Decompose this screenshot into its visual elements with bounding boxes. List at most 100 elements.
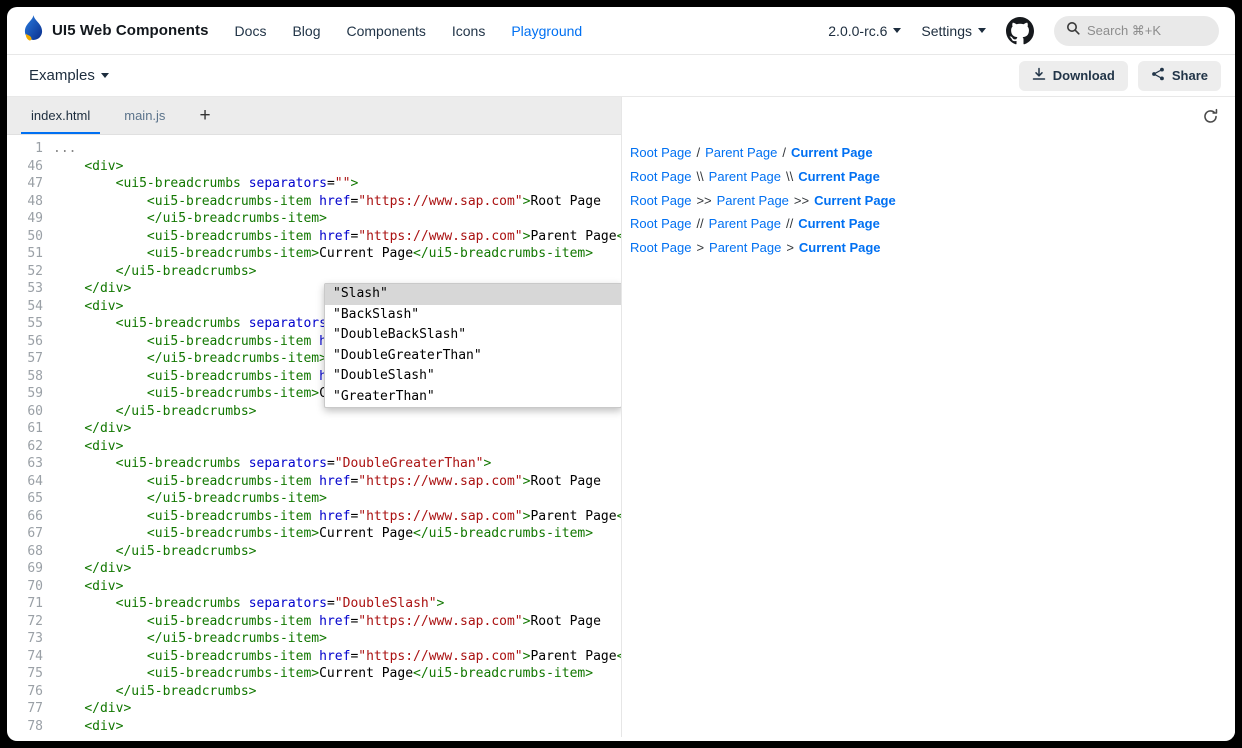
code-line[interactable]: 77 </div>	[7, 700, 621, 718]
breadcrumb-separator: \\	[786, 169, 793, 184]
code-line[interactable]: 69 </div>	[7, 560, 621, 578]
breadcrumb-link[interactable]: Parent Page	[709, 169, 781, 184]
code-line[interactable]: 65 </ui5-breadcrumbs-item>	[7, 490, 621, 508]
code-line[interactable]: 74 <ui5-breadcrumbs-item href="https://w…	[7, 648, 621, 666]
breadcrumb-link[interactable]: Parent Page	[717, 193, 789, 208]
share-button[interactable]: Share	[1138, 61, 1221, 91]
breadcrumb-current[interactable]: Current Page	[798, 216, 880, 231]
code-line[interactable]: 67 <ui5-breadcrumbs-item>Current Page</u…	[7, 525, 621, 543]
search-box[interactable]	[1054, 16, 1219, 46]
top-nav: UI5 Web Components Docs Blog Components …	[7, 7, 1235, 55]
nav-item-docs[interactable]: Docs	[235, 23, 267, 39]
code-line[interactable]: 63 <ui5-breadcrumbs separators="DoubleGr…	[7, 455, 621, 473]
code-line[interactable]: 78 <div>	[7, 718, 621, 736]
code-line[interactable]: 73 </ui5-breadcrumbs-item>	[7, 630, 621, 648]
refresh-button[interactable]	[1202, 108, 1219, 125]
share-icon	[1151, 67, 1165, 84]
examples-dropdown[interactable]: Examples	[29, 67, 109, 84]
search-input[interactable]	[1087, 23, 1197, 38]
breadcrumb-separator: /	[782, 145, 786, 160]
breadcrumb-link[interactable]: Root Page	[630, 216, 691, 231]
line-number: 64	[7, 473, 43, 491]
nav-item-playground[interactable]: Playground	[511, 23, 582, 39]
autocomplete-option[interactable]: "GreaterThan"	[325, 387, 621, 408]
autocomplete-option[interactable]: "BackSlash"	[325, 305, 621, 326]
github-icon[interactable]	[1006, 17, 1034, 45]
code-line[interactable]: 62 <div>	[7, 438, 621, 456]
code-line[interactable]: 70 <div>	[7, 578, 621, 596]
breadcrumb-separator: \\	[696, 169, 703, 184]
brand[interactable]: UI5 Web Components	[23, 15, 209, 47]
code-line[interactable]: 50 <ui5-breadcrumbs-item href="https://w…	[7, 228, 621, 246]
code-line[interactable]: 47 <ui5-breadcrumbs separators="">	[7, 175, 621, 193]
breadcrumb-link[interactable]: Parent Page	[705, 145, 777, 160]
code-line[interactable]: 68 </ui5-breadcrumbs>	[7, 543, 621, 561]
breadcrumb-link[interactable]: Root Page	[630, 169, 691, 184]
line-number: 57	[7, 350, 43, 368]
line-number: 76	[7, 683, 43, 701]
code-line[interactable]: 51 <ui5-breadcrumbs-item>Current Page</u…	[7, 245, 621, 263]
line-number: 67	[7, 525, 43, 543]
code-line[interactable]: 75 <ui5-breadcrumbs-item>Current Page</u…	[7, 665, 621, 683]
line-number: 47	[7, 175, 43, 193]
preview-pane: Root Page/Parent Page/Current PageRoot P…	[622, 97, 1235, 737]
code-line[interactable]: 61 </div>	[7, 420, 621, 438]
breadcrumb-current[interactable]: Current Page	[791, 145, 873, 160]
breadcrumb-link[interactable]: Root Page	[630, 240, 691, 255]
breadcrumb-current[interactable]: Current Page	[798, 169, 880, 184]
code-editor-pane: index.html main.js + 1...46 <div>47 <ui5…	[7, 97, 622, 737]
breadcrumb-current[interactable]: Current Page	[814, 193, 896, 208]
line-number: 52	[7, 263, 43, 281]
autocomplete-option[interactable]: "DoubleGreaterThan"	[325, 346, 621, 367]
tab-index-html[interactable]: index.html	[21, 97, 100, 134]
autocomplete-option[interactable]: "DoubleBackSlash"	[325, 325, 621, 346]
line-number: 58	[7, 368, 43, 386]
code-line[interactable]: 52 </ui5-breadcrumbs>	[7, 263, 621, 281]
breadcrumb-separator: >>	[794, 193, 809, 208]
line-number: 70	[7, 578, 43, 596]
code-line[interactable]: 49 </ui5-breadcrumbs-item>	[7, 210, 621, 228]
main-nav: Docs Blog Components Icons Playground	[235, 23, 829, 39]
code-line[interactable]: 1...	[7, 140, 621, 158]
code-line[interactable]: 64 <ui5-breadcrumbs-item href="https://w…	[7, 473, 621, 491]
line-number: 56	[7, 333, 43, 351]
chevron-down-icon	[893, 28, 901, 33]
preview-topbar	[622, 97, 1235, 135]
add-tab-button[interactable]: +	[189, 97, 220, 134]
settings-label: Settings	[921, 23, 972, 39]
examples-label: Examples	[29, 67, 95, 84]
tab-main-js[interactable]: main.js	[114, 97, 175, 134]
breadcrumb-link[interactable]: Parent Page	[709, 240, 781, 255]
version-dropdown[interactable]: 2.0.0-rc.6	[828, 23, 901, 39]
preview-content: Root Page/Parent Page/Current PageRoot P…	[622, 135, 1235, 259]
line-number: 73	[7, 630, 43, 648]
code-area[interactable]: 1...46 <div>47 <ui5-breadcrumbs separato…	[7, 135, 621, 735]
code-line[interactable]: 76 </ui5-breadcrumbs>	[7, 683, 621, 701]
code-line[interactable]: 71 <ui5-breadcrumbs separators="DoubleSl…	[7, 595, 621, 613]
line-number: 78	[7, 718, 43, 736]
header-actions: 2.0.0-rc.6 Settings	[828, 16, 1219, 46]
autocomplete-option[interactable]: "Slash"	[325, 284, 621, 305]
breadcrumb-link[interactable]: Root Page	[630, 193, 691, 208]
download-button[interactable]: Download	[1019, 61, 1128, 91]
nav-item-icons[interactable]: Icons	[452, 23, 485, 39]
code-line[interactable]: 72 <ui5-breadcrumbs-item href="https://w…	[7, 613, 621, 631]
line-number: 74	[7, 648, 43, 666]
autocomplete-option[interactable]: "DoubleSlash"	[325, 366, 621, 387]
line-number: 48	[7, 193, 43, 211]
code-line[interactable]: 48 <ui5-breadcrumbs-item href="https://w…	[7, 193, 621, 211]
code-line[interactable]: 66 <ui5-breadcrumbs-item href="https://w…	[7, 508, 621, 526]
breadcrumb-separator: >	[696, 240, 704, 255]
nav-item-components[interactable]: Components	[346, 23, 425, 39]
breadcrumb-current[interactable]: Current Page	[799, 240, 881, 255]
nav-item-blog[interactable]: Blog	[292, 23, 320, 39]
breadcrumb-link[interactable]: Parent Page	[709, 216, 781, 231]
chevron-down-icon	[978, 28, 986, 33]
app-window: UI5 Web Components Docs Blog Components …	[7, 7, 1235, 741]
settings-dropdown[interactable]: Settings	[921, 23, 986, 39]
line-number: 51	[7, 245, 43, 263]
breadcrumb-link[interactable]: Root Page	[630, 145, 691, 160]
code-line[interactable]: 46 <div>	[7, 158, 621, 176]
ui5-logo-icon	[23, 15, 44, 47]
brand-title: UI5 Web Components	[52, 22, 209, 39]
